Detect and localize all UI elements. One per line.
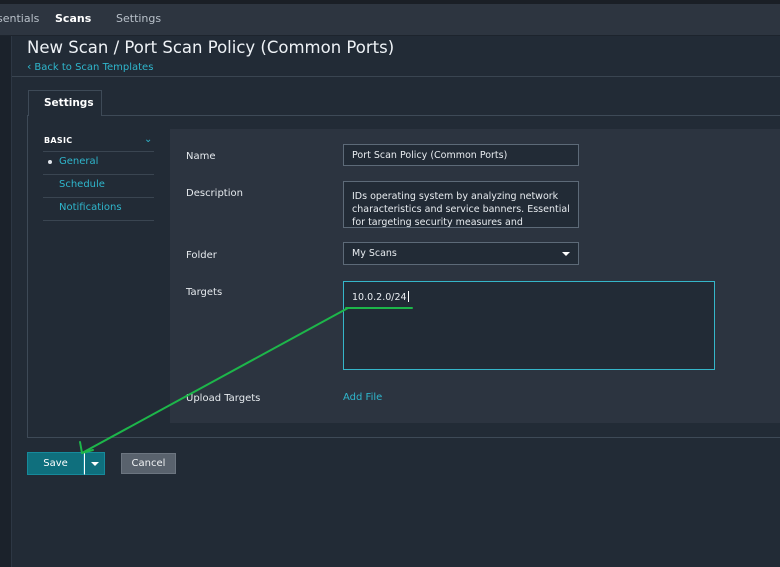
sidebar-item-general[interactable]: General — [59, 156, 98, 167]
folder-value: My Scans — [352, 248, 397, 259]
back-link-label: Back to Scan Templates — [34, 62, 154, 73]
targets-value: 10.0.2.0/24 — [352, 291, 409, 303]
text-cursor — [407, 291, 409, 302]
sidebar-divider — [43, 151, 154, 152]
chevron-left-icon: ‹ — [27, 60, 32, 73]
left-rail — [0, 36, 12, 567]
name-label: Name — [186, 151, 216, 162]
name-input[interactable]: Port Scan Policy (Common Ports) — [343, 144, 579, 166]
nav-item-essentials[interactable]: sentials — [0, 12, 39, 25]
tab-settings[interactable]: Settings — [28, 90, 102, 116]
sidebar-section-basic[interactable]: BASIC — [44, 136, 72, 145]
back-to-templates-link[interactable]: ‹ Back to Scan Templates — [27, 60, 153, 73]
name-value: Port Scan Policy (Common Ports) — [352, 150, 508, 161]
description-value: IDs operating system by analyzing networ… — [352, 191, 570, 228]
sidebar-divider — [43, 220, 154, 221]
general-form — [170, 129, 780, 423]
nav-item-settings[interactable]: Settings — [116, 12, 161, 25]
save-button[interactable]: Save — [27, 452, 84, 475]
page-title: New Scan / Port Scan Policy (Common Port… — [27, 38, 395, 57]
save-options-button[interactable] — [84, 452, 105, 475]
chevron-down-icon[interactable]: ⌄ — [144, 134, 152, 145]
sidebar-divider — [43, 174, 154, 175]
app-root: sentials Scans Settings New Scan / Port … — [0, 0, 780, 567]
targets-textarea[interactable]: 10.0.2.0/24 — [343, 281, 715, 370]
targets-label: Targets — [186, 287, 223, 298]
folder-select[interactable]: My Scans — [343, 242, 579, 265]
sidebar-item-notifications[interactable]: Notifications — [59, 202, 122, 213]
sidebar-item-schedule[interactable]: Schedule — [59, 179, 105, 190]
upload-targets-label: Upload Targets — [186, 393, 261, 404]
caret-down-icon — [91, 462, 99, 466]
cancel-button[interactable]: Cancel — [121, 453, 176, 474]
description-label: Description — [186, 188, 243, 199]
caret-down-icon — [562, 252, 570, 256]
title-divider — [12, 76, 780, 77]
top-navigation: sentials Scans Settings — [0, 0, 780, 36]
nav-item-scans[interactable]: Scans — [55, 12, 91, 25]
targets-text: 10.0.2.0/24 — [352, 292, 407, 303]
description-textarea[interactable]: IDs operating system by analyzing networ… — [343, 181, 579, 228]
active-bullet-icon — [48, 160, 52, 164]
add-file-link[interactable]: Add File — [343, 392, 382, 403]
folder-label: Folder — [186, 250, 217, 261]
sidebar-divider — [43, 197, 154, 198]
